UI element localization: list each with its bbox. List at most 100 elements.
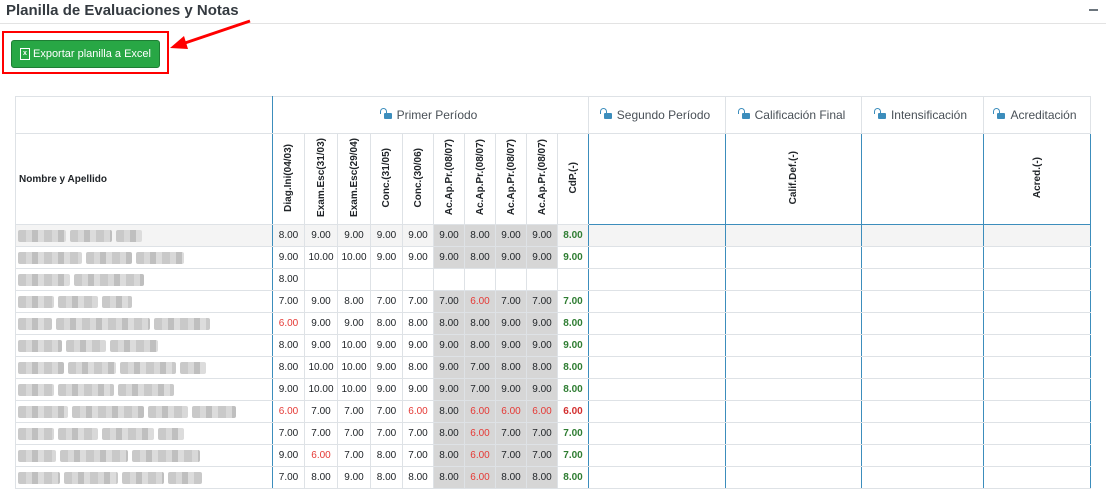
grade-cell[interactable]: 10.00 — [304, 356, 338, 379]
empty-grade-cell[interactable] — [588, 268, 726, 291]
grade-cell[interactable]: 8.00 — [272, 356, 305, 379]
grade-cell[interactable]: 7.00 — [495, 290, 527, 313]
grade-cell[interactable]: 7.00 — [526, 422, 558, 445]
grade-cell[interactable]: 9.00 — [337, 466, 371, 489]
empty-grade-cell[interactable] — [588, 224, 726, 247]
grade-cell[interactable]: 9.00 — [433, 334, 465, 357]
grade-cell[interactable] — [464, 268, 496, 291]
grade-cell-cdp[interactable]: 9.00 — [557, 334, 589, 357]
grade-cell[interactable]: 6.00 — [272, 400, 305, 423]
grade-cell[interactable]: 7.00 — [464, 378, 496, 401]
grade-cell-cdp[interactable] — [557, 268, 589, 291]
grade-cell[interactable] — [526, 268, 558, 291]
grade-cell[interactable]: 6.00 — [495, 400, 527, 423]
grade-cell[interactable]: 7.00 — [433, 290, 465, 313]
grade-cell[interactable]: 8.00 — [433, 466, 465, 489]
empty-grade-cell[interactable] — [725, 334, 862, 357]
empty-grade-cell[interactable] — [983, 334, 1091, 357]
grade-cell[interactable] — [495, 268, 527, 291]
empty-grade-cell[interactable] — [983, 356, 1091, 379]
period-primer[interactable]: Primer Período — [272, 96, 589, 134]
grade-cell[interactable]: 8.00 — [402, 312, 434, 335]
grade-cell[interactable]: 7.00 — [304, 400, 338, 423]
empty-grade-cell[interactable] — [861, 356, 984, 379]
grade-cell[interactable]: 8.00 — [272, 334, 305, 357]
grade-cell[interactable]: 9.00 — [526, 312, 558, 335]
grade-cell[interactable]: 7.00 — [464, 356, 496, 379]
empty-grade-cell[interactable] — [861, 312, 984, 335]
grade-cell[interactable] — [370, 268, 403, 291]
grade-cell[interactable]: 9.00 — [272, 444, 305, 467]
empty-grade-cell[interactable] — [983, 312, 1091, 335]
period-calificacion-final[interactable]: Calificación Final — [725, 96, 862, 134]
grade-cell-cdp[interactable]: 8.00 — [557, 466, 589, 489]
grade-cell[interactable]: 6.00 — [464, 466, 496, 489]
empty-grade-cell[interactable] — [861, 378, 984, 401]
grade-cell[interactable]: 9.00 — [526, 334, 558, 357]
grade-cell[interactable]: 9.00 — [304, 224, 338, 247]
grade-cell[interactable]: 9.00 — [526, 224, 558, 247]
grade-cell[interactable] — [402, 268, 434, 291]
empty-grade-cell[interactable] — [725, 290, 862, 313]
empty-grade-cell[interactable] — [861, 400, 984, 423]
empty-grade-cell[interactable] — [588, 356, 726, 379]
grade-cell[interactable]: 9.00 — [495, 378, 527, 401]
grade-cell[interactable]: 7.00 — [370, 422, 403, 445]
empty-grade-cell[interactable] — [725, 224, 862, 247]
grade-cell[interactable]: 9.00 — [370, 334, 403, 357]
grade-cell[interactable]: 7.00 — [304, 422, 338, 445]
grade-cell[interactable]: 9.00 — [272, 378, 305, 401]
grade-cell[interactable]: 6.00 — [272, 312, 305, 335]
grade-cell[interactable]: 9.00 — [433, 224, 465, 247]
empty-grade-cell[interactable] — [725, 422, 862, 445]
grade-cell[interactable]: 9.00 — [337, 224, 371, 247]
grade-cell[interactable]: 8.00 — [370, 312, 403, 335]
empty-grade-cell[interactable] — [725, 356, 862, 379]
grade-cell[interactable]: 9.00 — [495, 224, 527, 247]
empty-grade-cell[interactable] — [861, 224, 984, 247]
grade-cell[interactable]: 10.00 — [337, 334, 371, 357]
empty-grade-cell[interactable] — [983, 268, 1091, 291]
grade-cell[interactable]: 7.00 — [337, 444, 371, 467]
empty-grade-cell[interactable] — [861, 444, 984, 467]
grade-cell[interactable]: 8.00 — [464, 224, 496, 247]
empty-grade-cell[interactable] — [588, 246, 726, 269]
grade-cell[interactable]: 8.00 — [526, 356, 558, 379]
grade-cell[interactable]: 6.00 — [464, 444, 496, 467]
grade-cell[interactable]: 9.00 — [304, 334, 338, 357]
grade-cell[interactable]: 8.00 — [337, 290, 371, 313]
grade-cell[interactable]: 7.00 — [526, 290, 558, 313]
empty-grade-cell[interactable] — [861, 334, 984, 357]
grade-cell[interactable]: 7.00 — [402, 290, 434, 313]
empty-grade-cell[interactable] — [983, 224, 1091, 247]
grade-cell[interactable]: 6.00 — [526, 400, 558, 423]
grade-cell[interactable]: 9.00 — [526, 246, 558, 269]
grade-cell-cdp[interactable]: 8.00 — [557, 378, 589, 401]
empty-grade-cell[interactable] — [861, 422, 984, 445]
grade-cell[interactable]: 6.00 — [464, 290, 496, 313]
grade-cell[interactable]: 8.00 — [495, 466, 527, 489]
grade-cell-cdp[interactable]: 7.00 — [557, 422, 589, 445]
grade-cell[interactable]: 6.00 — [402, 400, 434, 423]
grade-cell[interactable] — [433, 268, 465, 291]
grade-cell[interactable]: 7.00 — [370, 400, 403, 423]
empty-grade-cell[interactable] — [983, 444, 1091, 467]
grade-cell[interactable]: 8.00 — [370, 444, 403, 467]
grade-cell-cdp[interactable]: 8.00 — [557, 356, 589, 379]
grade-cell[interactable]: 9.00 — [370, 246, 403, 269]
grade-cell[interactable]: 7.00 — [402, 422, 434, 445]
empty-grade-cell[interactable] — [983, 466, 1091, 489]
grade-cell[interactable]: 8.00 — [464, 246, 496, 269]
grade-cell[interactable]: 7.00 — [495, 444, 527, 467]
empty-grade-cell[interactable] — [725, 378, 862, 401]
grade-cell[interactable]: 6.00 — [464, 400, 496, 423]
period-acreditacion[interactable]: Acreditación — [983, 96, 1091, 134]
grade-cell[interactable]: 9.00 — [526, 378, 558, 401]
grade-cell[interactable]: 10.00 — [337, 378, 371, 401]
grade-cell[interactable]: 8.00 — [433, 422, 465, 445]
minus-icon[interactable] — [1089, 9, 1098, 11]
grade-cell[interactable]: 8.00 — [495, 356, 527, 379]
grade-cell[interactable]: 8.00 — [402, 356, 434, 379]
grade-cell[interactable]: 10.00 — [304, 246, 338, 269]
empty-grade-cell[interactable] — [725, 268, 862, 291]
